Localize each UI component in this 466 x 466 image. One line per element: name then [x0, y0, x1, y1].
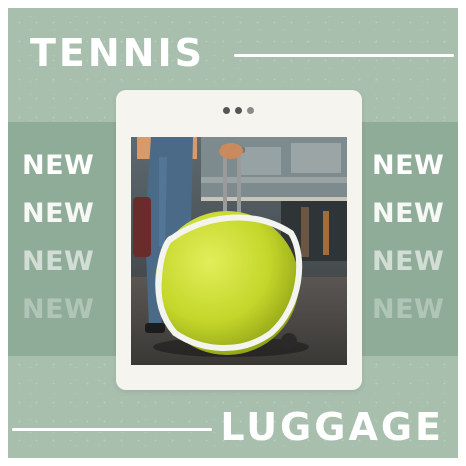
new-label: NEW [372, 150, 445, 181]
tablet-card [116, 90, 362, 390]
poster: TENNIS NEW NEW NEW NEW NEW NEW NEW NEW L… [8, 8, 458, 458]
poster-subtitle: LUGGAGE [220, 405, 444, 449]
dot-icon [223, 107, 230, 114]
new-label: NEW [372, 246, 445, 277]
new-label: NEW [22, 198, 95, 229]
new-column-right: NEW NEW NEW NEW [372, 142, 444, 334]
new-label: NEW [22, 246, 95, 277]
divider-line-bottom [12, 428, 212, 431]
tennis-ball-luggage-image [131, 137, 347, 365]
new-label: NEW [372, 198, 445, 229]
window-dots [223, 107, 254, 114]
dot-icon [235, 107, 242, 114]
new-label: NEW [22, 294, 95, 325]
new-label: NEW [22, 150, 95, 181]
new-column-left: NEW NEW NEW NEW [22, 142, 94, 334]
product-photo [131, 137, 347, 365]
poster-title: TENNIS [30, 31, 205, 75]
new-label: NEW [372, 294, 445, 325]
dot-icon [247, 107, 254, 114]
divider-line-top [234, 54, 454, 57]
